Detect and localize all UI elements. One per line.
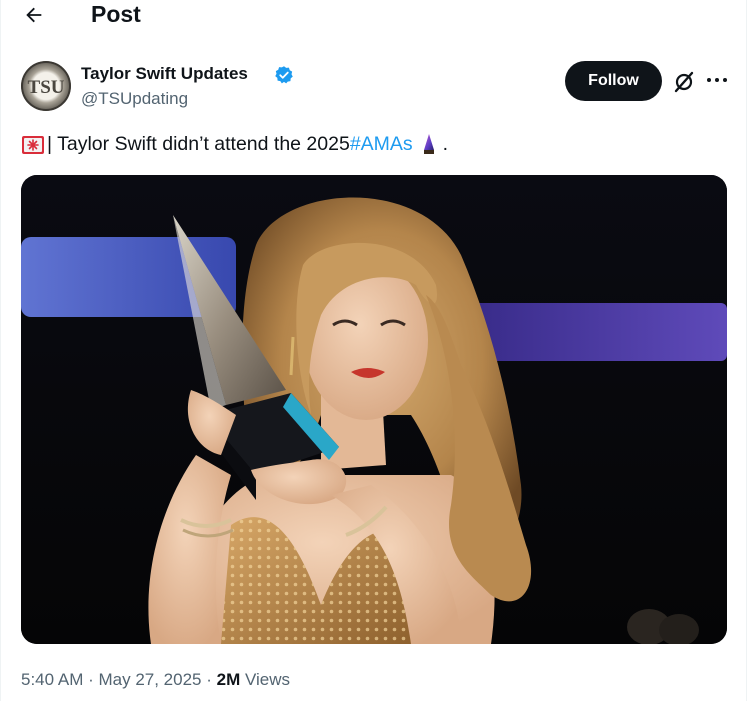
post-text: | Taylor Swift didn’t attend the 2025 #A… — [21, 132, 448, 156]
award-photo — [21, 175, 727, 644]
meta-separator: · — [201, 670, 217, 689]
follow-button[interactable]: Follow — [565, 61, 662, 101]
right-border — [746, 0, 747, 701]
arrow-left-icon — [26, 7, 42, 23]
trophy-emoji-icon — [423, 134, 434, 154]
hashtag-link[interactable]: #AMAs — [350, 132, 413, 156]
verified-badge-icon — [275, 66, 293, 84]
post-metadata: 5:40 AM · May 27, 2025 · 2M Views — [21, 669, 290, 691]
avatar-initials: TSU — [28, 77, 65, 98]
author-handle[interactable]: @TSUpdating — [81, 89, 188, 109]
author-display-name[interactable]: Taylor Swift Updates — [81, 64, 248, 84]
page-title: Post — [91, 1, 141, 27]
left-border — [0, 0, 1, 701]
grok-button[interactable] — [672, 70, 696, 94]
post-image[interactable] — [21, 175, 727, 644]
tsu-logo-icon: TSU — [21, 61, 71, 111]
views-count: 2M — [216, 670, 241, 689]
more-options-button[interactable] — [703, 68, 731, 92]
meta-separator: · — [83, 670, 99, 689]
siren-emoji-icon — [22, 136, 44, 154]
page-header: Post — [0, 0, 751, 30]
back-button[interactable] — [20, 2, 48, 28]
post-date[interactable]: May 27, 2025 — [98, 670, 201, 689]
grok-icon — [674, 71, 694, 93]
avatar[interactable]: TSU — [21, 61, 71, 111]
post-text-end: . — [442, 133, 449, 155]
views-label: Views — [244, 670, 291, 689]
post-text-body: | Taylor Swift didn’t attend the 2025 — [47, 133, 350, 155]
more-horizontal-icon — [707, 78, 727, 82]
post-time[interactable]: 5:40 AM — [21, 670, 83, 689]
